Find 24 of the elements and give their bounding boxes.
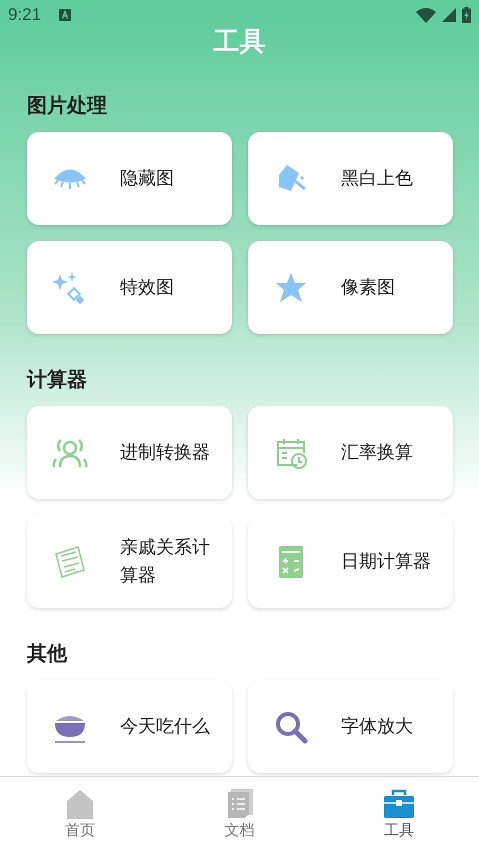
signal-icon [442,8,456,22]
page-title: 工具 [214,26,266,59]
tool-card[interactable]: 特效图 [27,241,232,334]
tool-card[interactable]: 汇率换算 [248,406,453,499]
status-time: 9:21 [8,5,42,25]
nav-tab[interactable]: 工具 [319,777,479,851]
battery-icon [462,7,471,23]
section-title: 图片处理 [27,92,108,118]
tool-card[interactable]: 进制转换器 [27,406,232,499]
tool-card[interactable]: 像素图 [248,241,453,334]
nav-tab[interactable]: 文档 [160,777,320,851]
notification-icon [59,9,72,21]
tool-card[interactable]: 黑白上色 [248,132,453,225]
tool-card[interactable]: 亲戚关系计算器 [27,515,232,608]
section-title: 其他 [27,640,68,666]
wifi-icon [416,8,436,22]
toolbox-icon [383,788,416,818]
nav-tab[interactable]: 首页 [0,777,160,851]
tool-card[interactable]: 日期计算器 [248,515,453,608]
tool-card[interactable]: 字体放大 [248,680,453,773]
home-icon [64,788,95,818]
tool-card[interactable]: 隐藏图 [27,132,232,225]
section-title: 计算器 [27,366,88,392]
tool-card[interactable]: 今天吃什么 [27,680,232,773]
